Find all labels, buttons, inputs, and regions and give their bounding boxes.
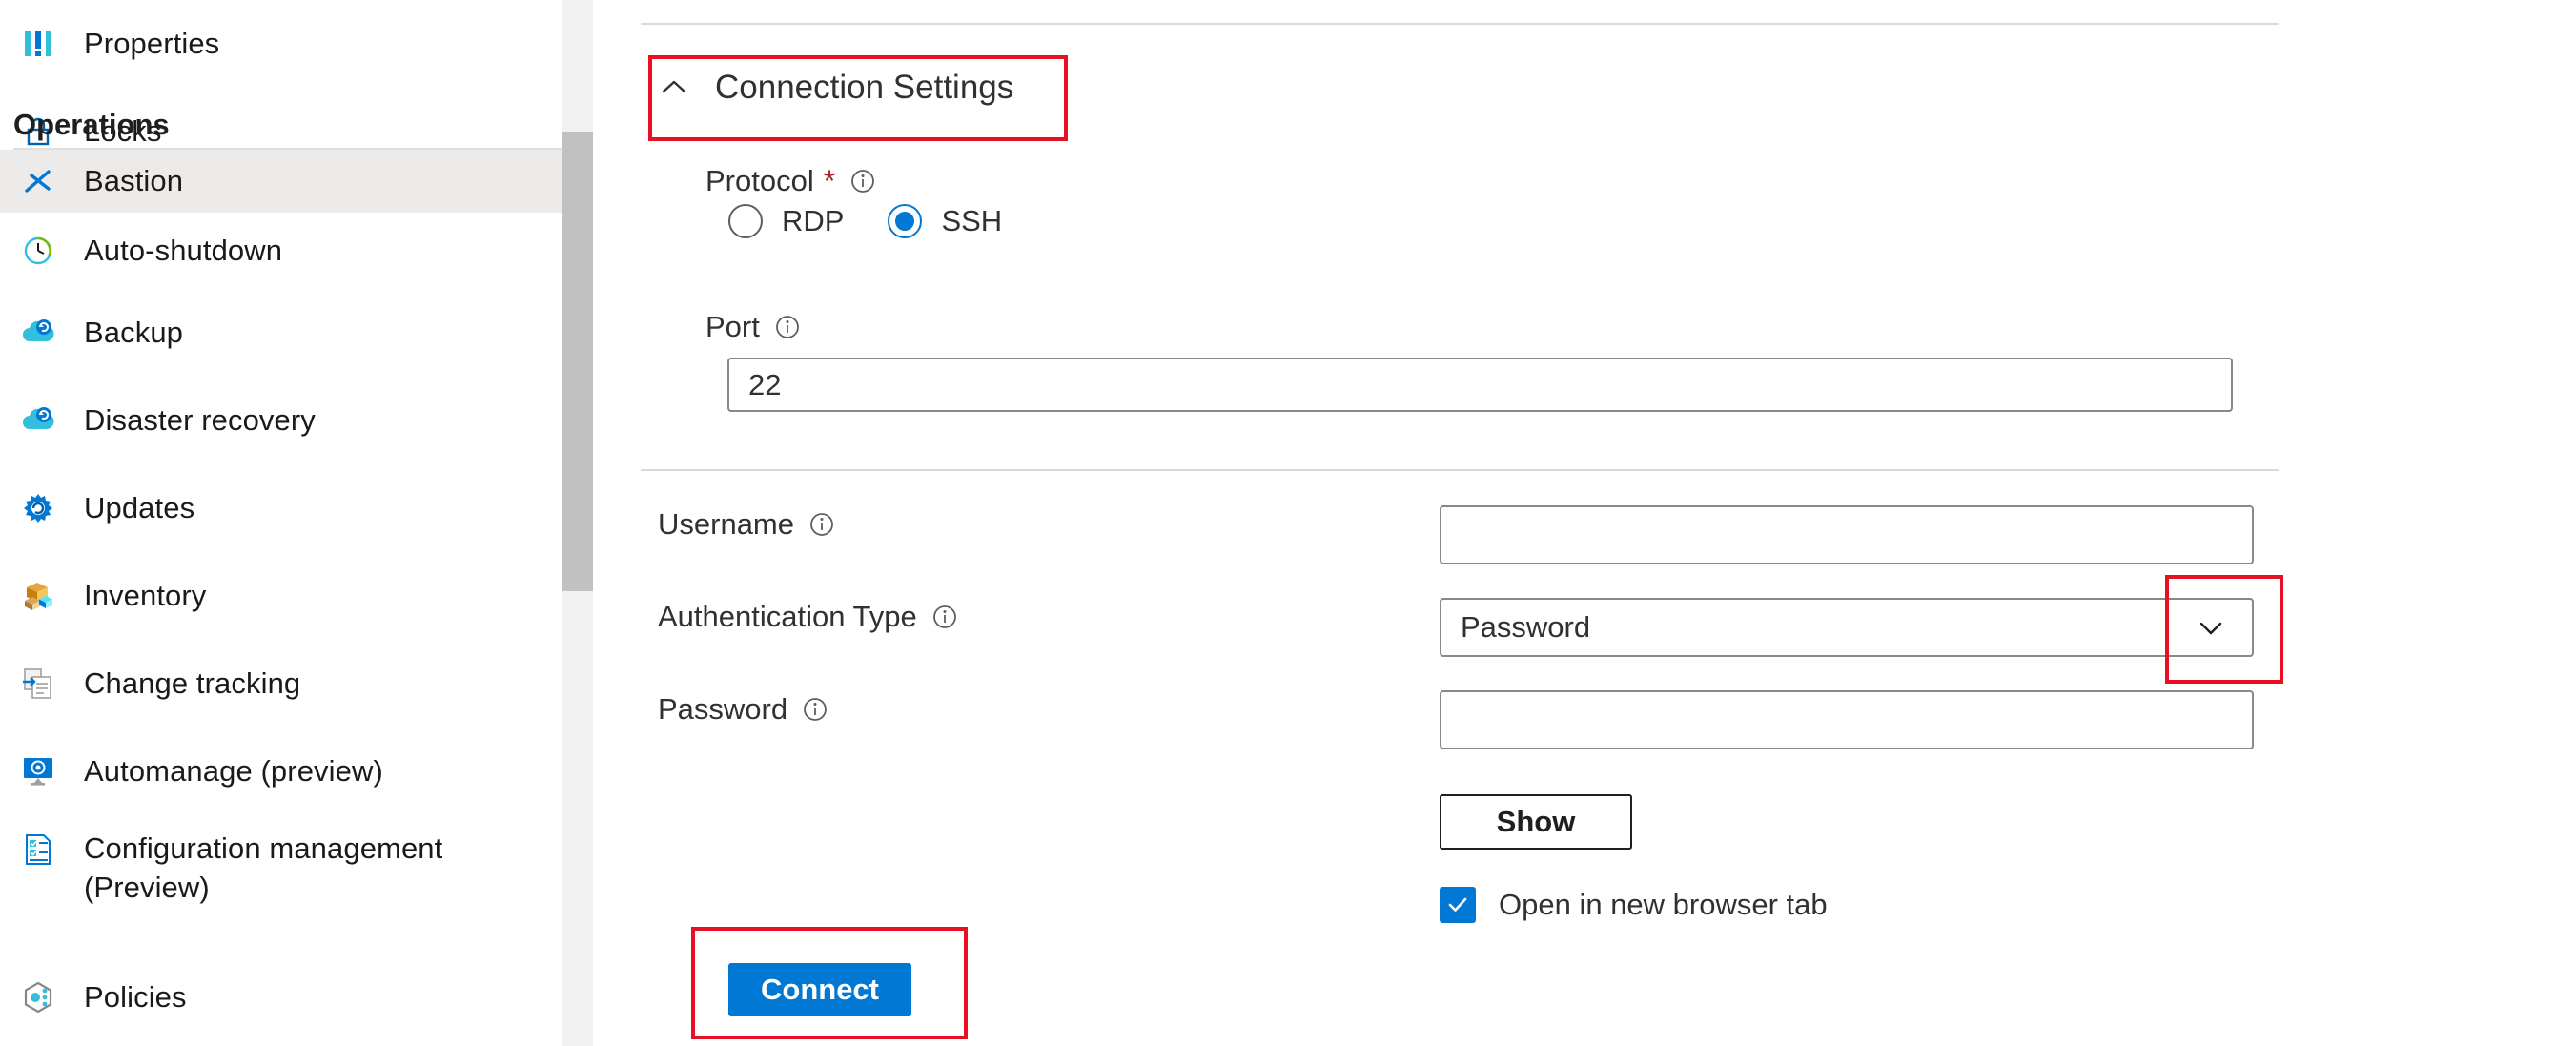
open-in-new-tab-checkbox[interactable] xyxy=(1440,887,1476,923)
port-input[interactable]: 22 xyxy=(727,358,2233,412)
policies-hexagon-icon xyxy=(17,976,59,1018)
sidebar-item-configuration-management[interactable]: Configuration management (Preview) xyxy=(0,815,562,920)
username-input[interactable] xyxy=(1440,505,2254,564)
protocol-label-text: Protocol xyxy=(705,164,814,197)
username-label: Username xyxy=(658,507,836,542)
bastion-connect-panel: Connection Settings Protocol * RDP SSH P… xyxy=(593,0,2576,1046)
protocol-option-rdp[interactable]: RDP xyxy=(728,204,844,238)
show-password-button[interactable]: Show xyxy=(1440,794,1632,850)
sidebar-scrollbar-thumb[interactable] xyxy=(562,132,593,591)
chevron-up-icon xyxy=(658,72,690,104)
info-icon[interactable] xyxy=(801,695,829,724)
connect-button[interactable]: Connect xyxy=(728,963,911,1016)
inventory-boxes-icon xyxy=(17,575,59,617)
info-icon[interactable] xyxy=(773,313,802,341)
sidebar-group-header-operations: Operations xyxy=(13,108,170,141)
port-label-text: Port xyxy=(705,310,760,343)
properties-icon xyxy=(17,23,59,65)
sidebar-item-label: Automanage (preview) xyxy=(84,754,383,789)
bastion-icon xyxy=(17,160,59,202)
authentication-type-label: Authentication Type xyxy=(658,600,959,634)
sidebar-item-label: Policies xyxy=(84,980,187,1015)
updates-gear-icon xyxy=(17,487,59,529)
sidebar-item-change-tracking[interactable]: Change tracking xyxy=(0,640,562,728)
port-label: Port xyxy=(705,310,802,344)
sidebar-item-label: Auto-shutdown xyxy=(84,234,283,268)
section-title-label: Connection Settings xyxy=(715,69,1014,106)
resource-menu-sidebar: Properties Locks Operations Bastion Auto… xyxy=(0,0,562,1046)
authentication-type-select[interactable]: Password xyxy=(1440,598,2254,657)
radio-rdp[interactable] xyxy=(728,204,763,238)
sidebar-item-label: Backup xyxy=(84,316,183,350)
sidebar-item-auto-shutdown[interactable]: Auto-shutdown xyxy=(0,213,562,289)
open-in-new-tab-label: Open in new browser tab xyxy=(1499,888,1828,921)
sidebar-item-automanage[interactable]: Automanage (preview) xyxy=(0,728,562,815)
sidebar-item-label: Updates xyxy=(84,491,195,525)
connect-button-label: Connect xyxy=(761,973,879,1006)
protocol-option-ssh[interactable]: SSH xyxy=(888,204,1002,238)
password-input[interactable] xyxy=(1440,690,2254,749)
authentication-type-value: Password xyxy=(1461,610,1591,644)
info-icon[interactable] xyxy=(930,603,959,631)
sidebar-item-inventory[interactable]: Inventory xyxy=(0,552,562,640)
sidebar-item-label: Configuration management (Preview) xyxy=(84,831,443,905)
cloud-backup-icon xyxy=(17,312,59,354)
azure-bastion-connection-page: Properties Locks Operations Bastion Auto… xyxy=(0,0,2576,1046)
connection-settings-header[interactable]: Connection Settings xyxy=(658,69,1013,107)
cloud-recovery-icon xyxy=(17,400,59,441)
sidebar-item-properties[interactable]: Properties xyxy=(0,0,562,88)
protocol-label: Protocol * xyxy=(705,164,877,198)
configuration-checklist-icon xyxy=(17,829,59,871)
sidebar-item-bastion[interactable]: Bastion xyxy=(0,150,562,213)
sidebar-item-label: Bastion xyxy=(84,164,184,198)
sidebar-item-disaster-recovery[interactable]: Disaster recovery xyxy=(0,377,562,464)
sidebar-item-label: Disaster recovery xyxy=(84,403,316,438)
password-label: Password xyxy=(658,692,829,727)
mid-divider xyxy=(641,469,2279,471)
sidebar-item-label: Properties xyxy=(84,27,220,61)
info-icon[interactable] xyxy=(848,167,877,195)
sidebar-item-updates[interactable]: Updates xyxy=(0,464,562,552)
info-icon[interactable] xyxy=(808,510,836,539)
required-marker: * xyxy=(823,164,836,198)
sidebar-item-label: Change tracking xyxy=(84,667,301,701)
password-label-text: Password xyxy=(658,692,788,726)
sidebar-item-policies[interactable]: Policies xyxy=(0,954,562,1041)
radio-label-ssh: SSH xyxy=(941,204,1003,237)
sidebar-item-label: Inventory xyxy=(84,579,207,613)
change-tracking-icon xyxy=(17,663,59,705)
open-in-new-browser-tab-row[interactable]: Open in new browser tab xyxy=(1440,887,1828,923)
chevron-down-icon[interactable] xyxy=(2195,611,2227,644)
top-divider xyxy=(641,23,2279,25)
port-input-value: 22 xyxy=(748,368,782,401)
show-button-label: Show xyxy=(1496,805,1576,838)
clock-icon xyxy=(17,230,59,272)
protocol-radio-group: RDP SSH xyxy=(728,204,1046,238)
radio-ssh[interactable] xyxy=(888,204,923,238)
username-label-text: Username xyxy=(658,507,794,541)
radio-label-rdp: RDP xyxy=(782,204,845,237)
authentication-type-label-text: Authentication Type xyxy=(658,600,917,633)
automanage-monitor-icon xyxy=(17,750,59,792)
sidebar-item-backup[interactable]: Backup xyxy=(0,289,562,377)
